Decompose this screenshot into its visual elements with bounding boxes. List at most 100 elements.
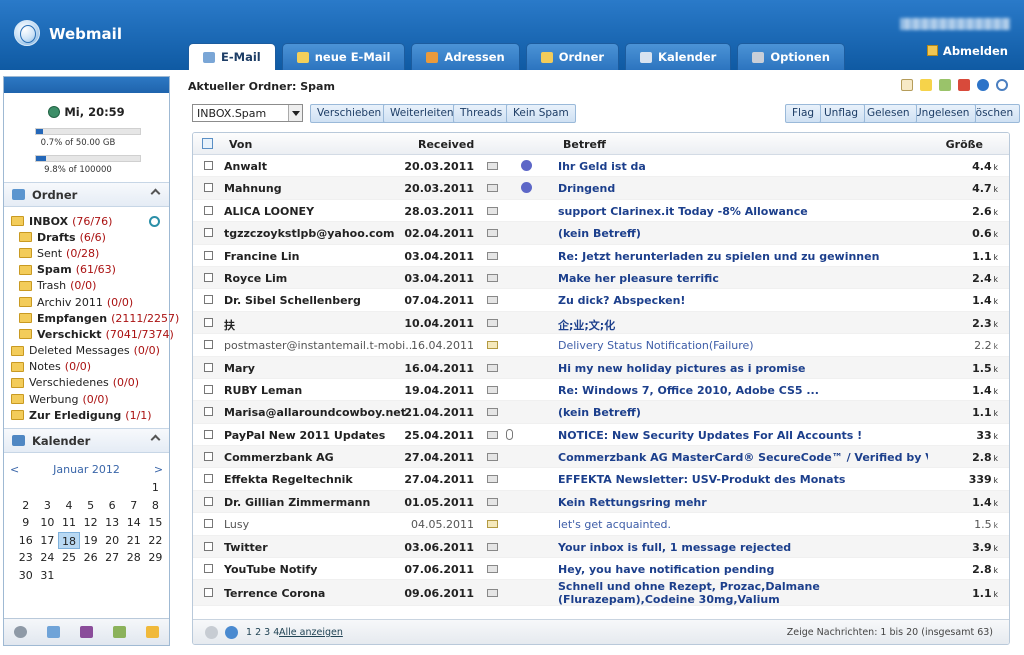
tab-neue-e-mail[interactable]: neue E-Mail	[281, 43, 406, 70]
message-row[interactable]: tgzzczoykstlpb@yahoo.com 02.04.2011 (kein …	[193, 222, 1009, 245]
calendar-day[interactable]: 30	[15, 567, 37, 585]
folder-item-drafts[interactable]: Drafts (6/6)	[4, 229, 169, 245]
calendar-day[interactable]: 27	[101, 549, 123, 567]
folder-icon[interactable]	[47, 626, 60, 638]
folder-item-werbung[interactable]: Werbung (0/0)	[4, 391, 169, 407]
page-links[interactable]: 1 2 3 4	[246, 627, 279, 638]
calendar-panel-header[interactable]: Kalender	[4, 428, 169, 454]
action-kein-spam-button[interactable]: Kein Spam	[506, 104, 576, 123]
calendar-prev-button[interactable]: <	[10, 463, 19, 476]
message-row[interactable]: Commerzbank AG 27.04.2011 Commerzbank AG M…	[193, 446, 1009, 469]
calendar-day[interactable]: 28	[123, 549, 145, 567]
message-subject[interactable]: let's get acquainted.	[558, 518, 928, 531]
calendar-day[interactable]: 10	[37, 514, 59, 532]
calendar-day[interactable]: 25	[58, 549, 80, 567]
calendar-day[interactable]: 20	[101, 532, 123, 550]
action-verschieben-button[interactable]: Verschieben	[310, 104, 389, 123]
message-row[interactable]: Dr. Sibel Schellenberg 07.04.2011 Zu dick?…	[193, 289, 1009, 312]
message-row[interactable]: Marisa@allaroundcowboy.net 21.04.2011 (kei…	[193, 401, 1009, 424]
message-subject[interactable]: (kein Betreff)	[558, 227, 928, 240]
action-weiterleiten-button[interactable]: Weiterleiten	[383, 104, 461, 123]
message-checkbox[interactable]	[204, 161, 213, 170]
action-ungelesen-button[interactable]: Ungelesen	[907, 104, 977, 123]
message-checkbox[interactable]	[204, 519, 213, 529]
message-row[interactable]: Francine Lin 03.04.2011 Re: Jetzt herunter…	[193, 245, 1009, 267]
message-row[interactable]: Twitter 03.06.2011 Your inbox is full, 1 m…	[193, 535, 1009, 559]
message-row[interactable]: RUBY Leman 19.04.2011 Re: Windows 7, Offic…	[193, 379, 1009, 402]
message-checkbox[interactable]	[204, 183, 213, 193]
next-page-icon[interactable]	[225, 626, 238, 639]
heart-icon[interactable]	[80, 626, 93, 638]
folder-item-inbox[interactable]: INBOX (76/76)	[4, 213, 169, 229]
message-checkbox[interactable]	[204, 541, 213, 551]
action-flag-button[interactable]: Flag	[785, 104, 822, 123]
action-unflag-button[interactable]: Unflag	[817, 104, 866, 123]
message-checkbox[interactable]	[204, 429, 213, 439]
calendar-day[interactable]: 22	[145, 532, 167, 550]
calendar-day[interactable]: 31	[37, 567, 59, 585]
tab-optionen[interactable]: Optionen	[737, 43, 845, 70]
folder-item-zur-erledigung[interactable]: Zur Erledigung (1/1)	[4, 407, 169, 423]
message-checkbox[interactable]	[204, 272, 213, 282]
collapse-chevron-icon[interactable]	[150, 434, 161, 445]
shield-icon[interactable]	[146, 626, 159, 638]
message-row[interactable]: Mahnung 20.03.2011 Dringend 4.7 k	[193, 177, 1009, 200]
message-subject[interactable]: Hi my new holiday pictures as i promise	[558, 362, 928, 375]
message-checkbox[interactable]	[204, 564, 213, 574]
message-subject[interactable]: Hey, you have notification pending	[558, 563, 928, 576]
calendar-day[interactable]: 17	[37, 532, 59, 550]
message-row[interactable]: YouTube Notify 07.06.2011 Hey, you have no…	[193, 558, 1009, 581]
message-row[interactable]: Dr. Gillian Zimmermann 01.05.2011 Kein Ret…	[193, 490, 1009, 514]
action-threads-button[interactable]: Threads	[453, 104, 510, 123]
calendar-day[interactable]: 18	[58, 531, 80, 550]
message-subject[interactable]: Your inbox is full, 1 message rejected	[558, 541, 928, 554]
folder-open-icon[interactable]	[113, 626, 126, 638]
calendar-day[interactable]: 21	[123, 532, 145, 550]
folder-item-notes[interactable]: Notes (0/0)	[4, 359, 169, 375]
folder-item-empfangen[interactable]: Empfangen (2111/2257)	[4, 310, 179, 326]
calendar-day[interactable]: 13	[101, 514, 123, 532]
help-icon[interactable]	[977, 79, 989, 91]
column-subject[interactable]: Betreff	[563, 138, 606, 151]
calendar-day[interactable]: 8	[145, 497, 167, 515]
calendar-day[interactable]: 5	[80, 497, 102, 515]
folder-item-verschiedenes[interactable]: Verschiedenes (0/0)	[4, 375, 169, 391]
calendar-day[interactable]: 14	[123, 514, 145, 532]
calendar-day[interactable]: 1	[145, 479, 167, 497]
message-subject[interactable]: (kein Betreff)	[558, 406, 928, 419]
message-subject[interactable]: 企;业;文;化	[558, 317, 928, 333]
bookmark-icon[interactable]	[958, 79, 970, 91]
message-subject[interactable]: Re: Jetzt herunterladen zu spielen und z…	[558, 250, 928, 263]
tab-ordner[interactable]: Ordner	[525, 43, 620, 70]
message-checkbox[interactable]	[204, 384, 213, 394]
calendar-day[interactable]: 15	[145, 514, 167, 532]
message-checkbox[interactable]	[204, 588, 213, 598]
message-row[interactable]: 扶 10.04.2011 企;业;文;化 2.3 k	[193, 311, 1009, 335]
calendar-day[interactable]: 16	[15, 532, 37, 550]
message-row[interactable]: Mary 16.04.2011 Hi my new holiday pictures…	[193, 356, 1009, 379]
calendar-day[interactable]: 26	[80, 549, 102, 567]
message-subject[interactable]: Kein Rettungsring mehr	[558, 496, 928, 509]
folder-item-deleted-messages[interactable]: Deleted Messages (0/0)	[4, 343, 169, 359]
calendar-day[interactable]: 29	[145, 549, 167, 567]
message-subject[interactable]: Delivery Status Notification(Failure)	[558, 339, 928, 352]
folder-item-archiv-2011[interactable]: Archiv 2011 (0/0)	[4, 294, 169, 310]
collapse-chevron-icon[interactable]	[150, 188, 161, 199]
tab-e-mail[interactable]: E-Mail	[188, 43, 276, 70]
message-row[interactable]: Lusy 04.05.2011 let's get acquainted. 1.5 k	[193, 513, 1009, 536]
message-checkbox[interactable]	[204, 474, 213, 484]
message-subject[interactable]: support Clarinex.it Today -8% Allowance	[558, 205, 928, 218]
message-subject[interactable]: Commerzbank AG MasterCard® SecureCode™ /…	[558, 451, 928, 464]
notes-icon[interactable]	[901, 79, 913, 91]
message-checkbox[interactable]	[204, 496, 213, 506]
calendar-day[interactable]: 9	[15, 514, 37, 532]
folder-item-sent[interactable]: Sent (0/28)	[4, 245, 169, 261]
message-checkbox[interactable]	[204, 452, 213, 462]
message-row[interactable]: ALICA LOONEY 28.03.2011 support Clarinex.i…	[193, 200, 1009, 223]
message-checkbox[interactable]	[204, 205, 213, 215]
message-checkbox[interactable]	[204, 362, 213, 372]
calendar-day[interactable]: 19	[80, 532, 102, 550]
message-checkbox[interactable]	[204, 317, 213, 327]
message-checkbox[interactable]	[204, 250, 213, 260]
message-row[interactable]: postmaster@instantemail.t-mobi... 16.04.2…	[193, 334, 1009, 357]
